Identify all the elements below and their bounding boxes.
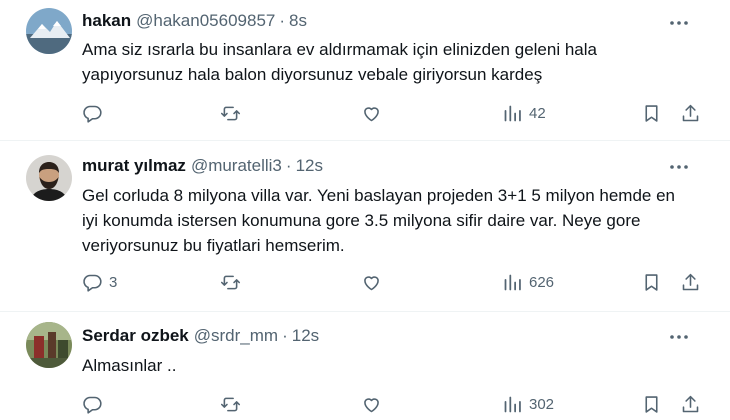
more-icon[interactable] <box>668 326 690 348</box>
tweet-1[interactable]: hakan @hakan05609857 · 8s Ama siz ısrarl… <box>0 0 730 140</box>
retweet-button[interactable] <box>220 270 241 294</box>
views-count: 42 <box>529 104 546 122</box>
views-icon <box>504 274 521 290</box>
tweet-actions: 3 626 <box>0 270 730 294</box>
retweet-button[interactable] <box>220 392 241 416</box>
bookmark-button[interactable] <box>641 392 662 416</box>
user-handle[interactable]: @srdr_mm <box>194 326 278 346</box>
views-icon <box>504 105 521 121</box>
retweet-icon <box>220 106 241 120</box>
bookmark-button[interactable] <box>641 270 662 294</box>
timestamp[interactable]: 8s <box>289 11 307 31</box>
bookmark-button[interactable] <box>641 101 662 125</box>
views-button[interactable]: 42 <box>502 101 546 125</box>
avatar-man-beard-image <box>26 155 72 201</box>
like-button[interactable] <box>361 101 382 125</box>
separator-dot: · <box>279 11 286 30</box>
views-button[interactable]: 626 <box>502 270 554 294</box>
reply-button[interactable]: 3 <box>82 270 117 294</box>
tweet-text: Gel corluda 8 milyona villa var. Yeni ba… <box>82 186 676 255</box>
bookmark-icon <box>645 273 658 291</box>
user-handle[interactable]: @hakan05609857 <box>136 11 275 31</box>
retweet-button[interactable] <box>220 101 241 125</box>
reply-icon <box>83 396 102 414</box>
separator-dot: · <box>282 326 288 345</box>
share-icon <box>682 395 699 412</box>
views-count: 626 <box>529 273 555 291</box>
tweet-actions: 42 <box>0 101 730 125</box>
timestamp[interactable]: 12s <box>292 326 319 346</box>
share-icon <box>682 104 699 121</box>
bookmark-icon <box>645 104 658 122</box>
reply-icon <box>83 105 102 123</box>
avatar[interactable] <box>26 155 72 201</box>
tweet-actions: 302 <box>0 392 730 416</box>
bookmark-icon <box>645 395 658 413</box>
like-button[interactable] <box>361 270 382 294</box>
retweet-icon <box>220 275 241 289</box>
display-name[interactable]: murat yılmaz <box>82 156 186 176</box>
display-name[interactable]: Serdar ozbek <box>82 326 189 346</box>
views-button[interactable]: 302 <box>502 392 554 416</box>
tweet-2[interactable]: murat yılmaz @muratelli3 · 12s Gel corlu… <box>0 141 730 311</box>
reply-button[interactable] <box>82 392 109 416</box>
display-name[interactable]: hakan <box>82 11 131 31</box>
tweet-text: Almasınlar .. <box>82 356 177 375</box>
tweet-3[interactable]: Serdar ozbek @srdr_mm · 12s Almasınlar .… <box>0 312 730 420</box>
avatar-photo-image <box>26 322 72 368</box>
more-icon[interactable] <box>668 156 690 178</box>
like-button[interactable] <box>361 392 382 416</box>
avatar-mountain-image <box>26 8 72 54</box>
tweet-header: murat yılmaz @muratelli3 · 12s <box>82 156 323 176</box>
user-handle[interactable]: @muratelli3 <box>191 156 282 176</box>
tweet-header: Serdar ozbek @srdr_mm · 12s <box>82 326 319 346</box>
like-icon <box>364 275 379 290</box>
avatar[interactable] <box>26 322 72 368</box>
timestamp[interactable]: 12s <box>296 156 323 176</box>
share-button[interactable] <box>680 101 701 125</box>
share-button[interactable] <box>680 392 701 416</box>
views-count: 302 <box>529 395 555 413</box>
more-icon[interactable] <box>668 12 690 34</box>
reply-count: 3 <box>109 273 118 291</box>
reply-button[interactable] <box>82 101 109 125</box>
tweet-text: Ama siz ısrarla bu insanlara ev aldırmam… <box>82 40 597 84</box>
share-button[interactable] <box>680 270 701 294</box>
share-icon <box>682 273 699 290</box>
views-icon <box>504 396 521 412</box>
retweet-icon <box>220 397 241 411</box>
like-icon <box>364 397 379 412</box>
like-icon <box>364 106 379 121</box>
avatar[interactable] <box>26 8 72 54</box>
reply-icon <box>83 274 102 292</box>
separator-dot: · <box>285 156 292 175</box>
tweet-header: hakan @hakan05609857 · 8s <box>82 11 307 31</box>
